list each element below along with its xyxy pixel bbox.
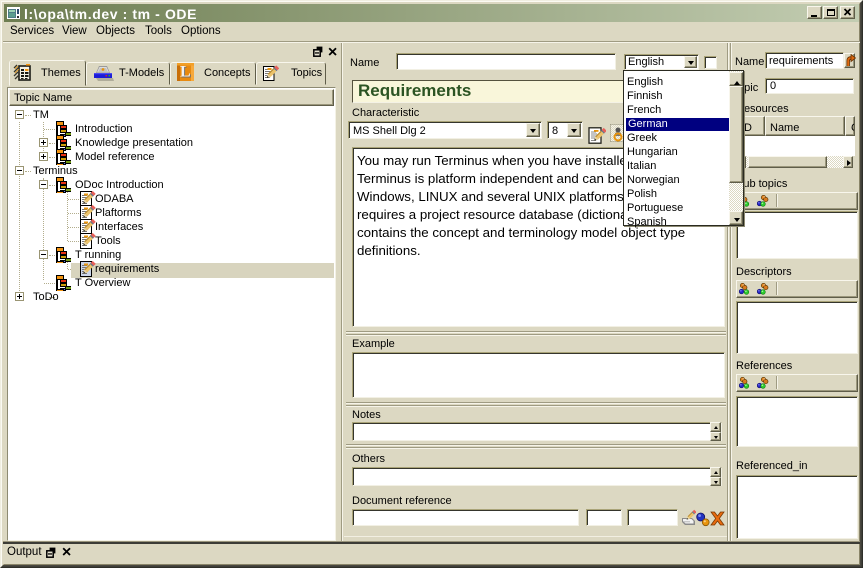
- svg-text:L: L: [180, 64, 191, 81]
